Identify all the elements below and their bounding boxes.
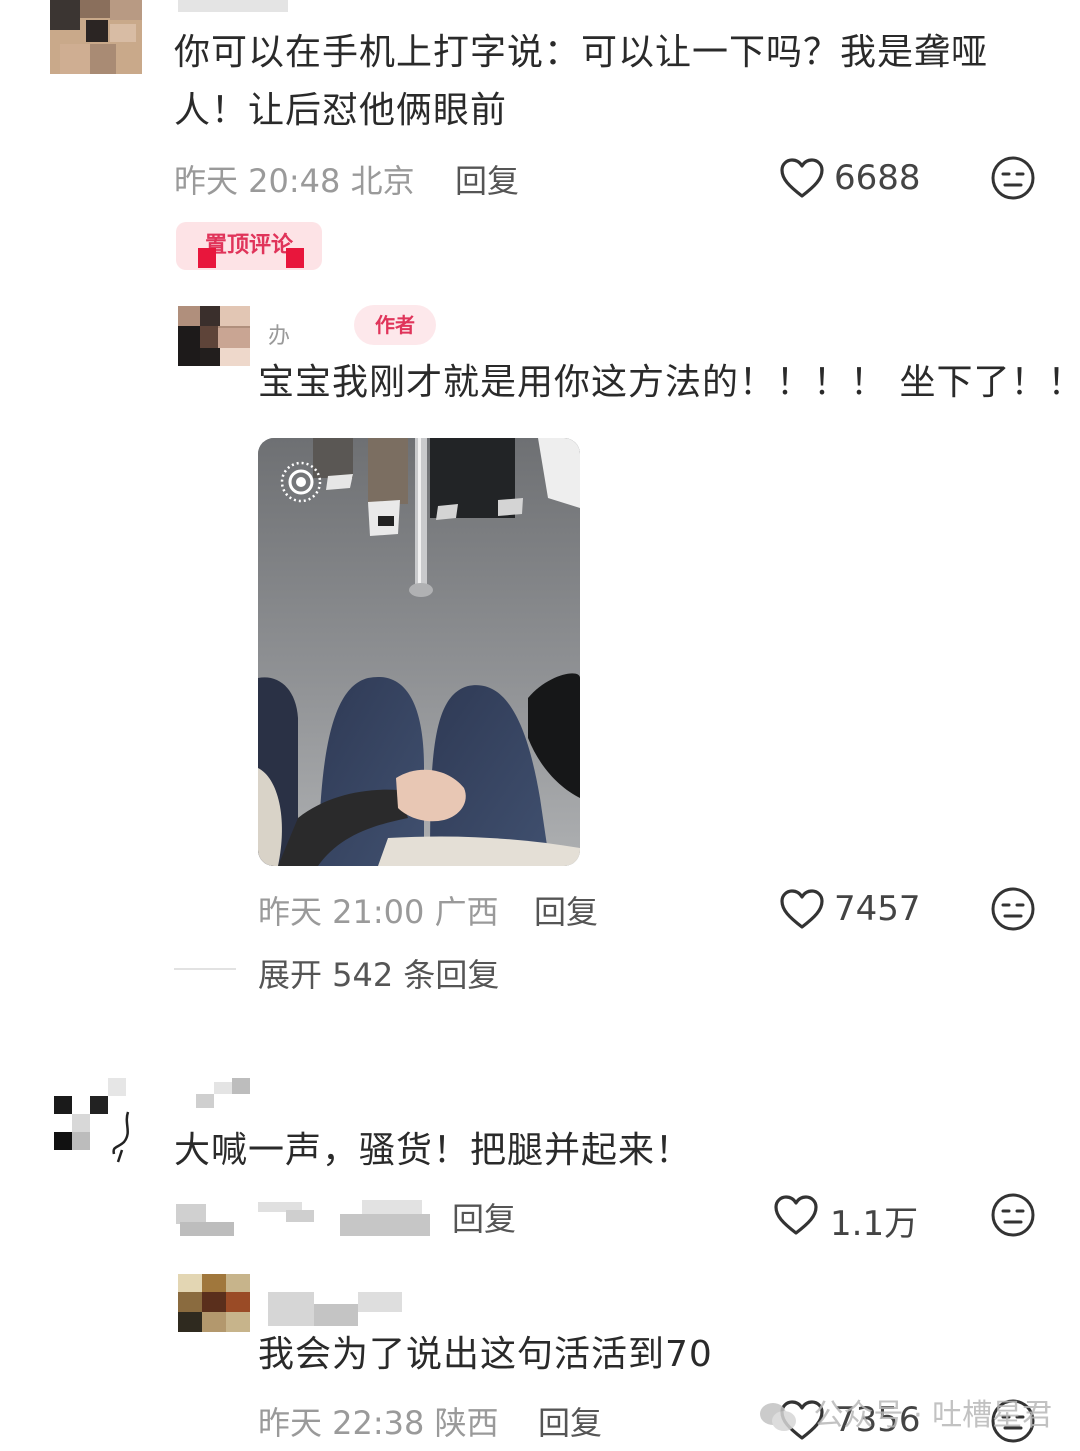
reply-text: 宝宝我刚才就是用你这方法的！！！！ 坐下了！！ xyxy=(258,362,1080,403)
avatar[interactable] xyxy=(54,1078,140,1164)
avatar[interactable] xyxy=(50,0,142,74)
like-icon[interactable] xyxy=(779,888,825,930)
pinned-comment-label: 置顶评论 xyxy=(204,233,293,258)
pin-tag-accent xyxy=(286,248,304,268)
reply-button[interactable]: 回复 xyxy=(538,1398,602,1444)
attached-photo[interactable] xyxy=(258,438,580,866)
author-tag: 作者 xyxy=(354,305,436,345)
like-icon[interactable] xyxy=(779,157,825,199)
watermark: 公众号 · 吐槽星君 xyxy=(758,1390,1052,1434)
reply-time-location: 昨天 21:00 广西 xyxy=(258,893,499,931)
watermark-text: 公众号 · 吐槽星君 xyxy=(813,1398,1053,1433)
reply-button[interactable]: 回复 xyxy=(452,1194,516,1240)
like-count: 6688 xyxy=(834,158,921,198)
reply-text: 我会为了说出这句活活到70 xyxy=(258,1334,713,1375)
username[interactable]: 办 xyxy=(268,318,290,350)
avatar[interactable] xyxy=(178,306,250,366)
reply-button[interactable]: 回复 xyxy=(455,156,519,202)
pin-tag-accent xyxy=(198,248,216,268)
username-blurred xyxy=(196,1078,252,1108)
comment-text: 大喊一声，骚货！把腿并起来！ xyxy=(174,1130,693,1171)
comment-text-line: 人！让后怼他俩眼前 xyxy=(174,90,508,131)
reply-time-location: 昨天 22:38 陕西 xyxy=(258,1404,499,1442)
time-location-blurred xyxy=(176,1196,432,1238)
expand-replies-button[interactable]: 展开 542 条回复 xyxy=(258,950,499,996)
comment-text-line: 你可以在手机上打字说：可以让一下吗？我是聋哑 xyxy=(174,32,989,73)
dislike-icon[interactable] xyxy=(990,1192,1036,1238)
avatar[interactable] xyxy=(178,1274,250,1332)
comment-time-location: 昨天 20:48 北京 xyxy=(174,162,415,200)
wechat-icon xyxy=(760,1402,796,1431)
username-blurred xyxy=(268,1292,412,1326)
subway-photo xyxy=(258,438,580,866)
like-icon[interactable] xyxy=(773,1194,819,1236)
like-count: 1.1万 xyxy=(830,1204,919,1244)
pinned-comment-tag: 置顶评论 xyxy=(176,222,322,270)
username-blurred xyxy=(178,0,288,12)
dislike-icon[interactable] xyxy=(990,886,1036,932)
reply-button[interactable]: 回复 xyxy=(534,887,598,933)
like-count: 7457 xyxy=(834,889,921,929)
expand-divider xyxy=(174,968,236,970)
comment-text: 你可以在手机上打字说：可以让一下吗？我是聋哑 人！让后怼他俩眼前 xyxy=(174,24,1034,140)
dislike-icon[interactable] xyxy=(990,155,1036,201)
